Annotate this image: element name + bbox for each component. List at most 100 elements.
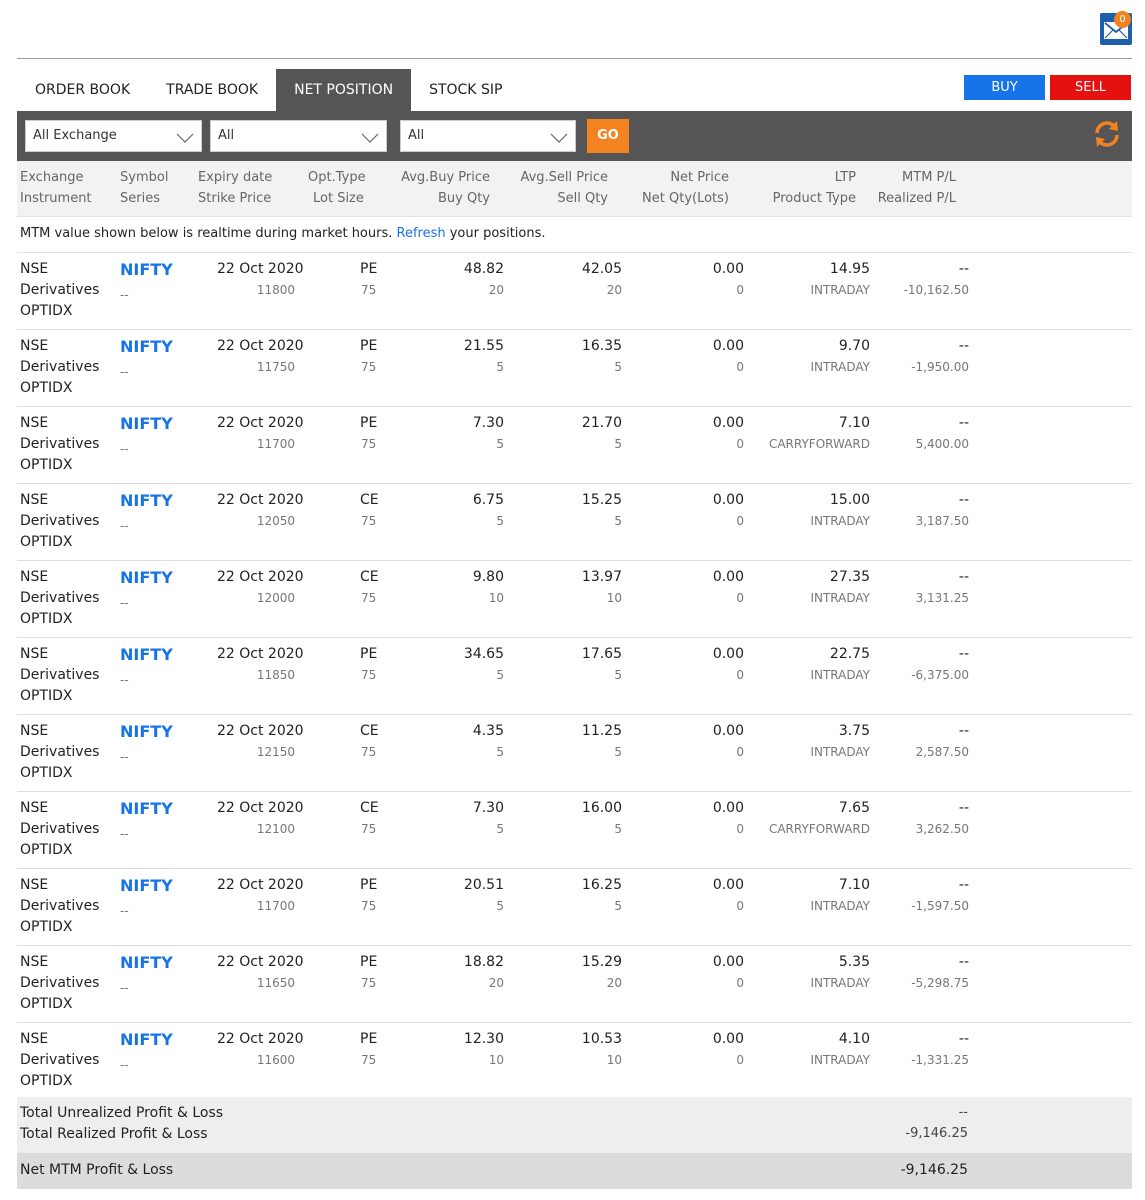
avg-buy-cell: 18.82 [463,954,504,970]
table-row[interactable]: NSE Derivatives OPTIDX NIFTY -- 22 Oct 2020 12… [17,792,1132,869]
symbol-link[interactable]: NIFTY [120,260,173,279]
net-qty-cell: 0 [736,591,744,605]
lot-size-cell: 75 [361,668,377,682]
segment-cell: Derivatives [20,282,100,298]
series-cell: -- [120,1058,129,1072]
tab-stock-sip[interactable]: STOCK SIP [411,69,520,111]
sell-qty-cell: 5 [614,360,622,374]
tab-net-position[interactable]: NET POSITION [276,69,412,111]
symbol-link[interactable]: NIFTY [120,568,173,587]
table-row[interactable]: NSE Derivatives OPTIDX NIFTY -- 22 Oct 2020 11… [17,946,1132,1023]
sell-qty-cell: 20 [606,283,622,297]
series-cell: -- [120,750,129,764]
exchange-cell: NSE [20,800,49,816]
mtm-cell: -- [958,569,969,585]
table-row[interactable]: NSE Derivatives OPTIDX NIFTY -- 22 Oct 2020 11… [17,638,1132,715]
filter-select-3[interactable]: All [400,120,576,152]
segment-cell: Derivatives [20,667,100,683]
table-row[interactable]: NSE Derivatives OPTIDX NIFTY -- 22 Oct 2020 12… [17,715,1132,792]
opt-type-cell: PE [360,954,378,970]
net-qty-cell: 0 [736,822,744,836]
symbol-link[interactable]: NIFTY [120,953,173,972]
avg-sell-cell: 15.25 [581,492,622,508]
col-sell-qty: Sell Qty [557,191,608,206]
symbol-link[interactable]: NIFTY [120,799,173,818]
symbol-link[interactable]: NIFTY [120,876,173,895]
opt-type-cell: PE [360,261,378,277]
series-cell: -- [120,673,129,687]
filter-select-2[interactable]: All [210,120,387,152]
avg-sell-cell: 17.65 [581,646,622,662]
net-price-cell: 0.00 [712,800,744,816]
filter-select-3-value: All [408,128,425,143]
table-row[interactable]: NSE Derivatives OPTIDX NIFTY -- 22 Oct 2020 11… [17,1023,1132,1100]
strike-cell: 12150 [256,745,295,759]
symbol-link[interactable]: NIFTY [120,1030,173,1049]
net-price-cell: 0.00 [712,569,744,585]
refresh-icon[interactable] [1092,119,1122,149]
exchange-select[interactable]: All Exchange [25,120,202,152]
strike-cell: 11800 [256,283,295,297]
series-cell: -- [120,827,129,841]
buy-qty-cell: 5 [496,822,504,836]
net-price-cell: 0.00 [712,1031,744,1047]
avg-sell-cell: 16.00 [581,800,622,816]
symbol-link[interactable]: NIFTY [120,491,173,510]
segment-cell: Derivatives [20,1052,100,1068]
mtm-notice-prefix: MTM value shown below is realtime during… [20,226,397,241]
ltp-cell: 15.00 [829,492,870,508]
product-type-cell: INTRADAY [810,976,870,990]
product-type-cell: CARRYFORWARD [768,437,870,451]
strike-cell: 12000 [256,591,295,605]
symbol-link[interactable]: NIFTY [120,337,173,356]
avg-sell-cell: 21.70 [581,415,622,431]
avg-buy-cell: 7.30 [472,415,504,431]
table-row[interactable]: NSE Derivatives OPTIDX NIFTY -- 22 Oct 2020 11… [17,330,1132,407]
net-qty-cell: 0 [736,745,744,759]
net-price-cell: 0.00 [712,877,744,893]
table-row[interactable]: NSE Derivatives OPTIDX NIFTY -- 22 Oct 2020 11… [17,253,1132,330]
opt-type-cell: CE [360,492,379,508]
segment-cell: Derivatives [20,436,100,452]
ltp-cell: 14.95 [829,261,870,277]
instrument-cell: OPTIDX [20,688,73,704]
col-avg-buy: Avg.Buy Price [401,170,490,185]
realized-pl-cell: -5,298.75 [911,976,969,990]
mtm-cell: -- [958,415,969,431]
opt-type-cell: CE [360,723,379,739]
tab-order-book[interactable]: ORDER BOOK [17,69,148,111]
tab-trade-book[interactable]: TRADE BOOK [148,69,276,111]
ltp-cell: 7.65 [838,800,870,816]
exchange-cell: NSE [20,492,49,508]
exchange-cell: NSE [20,415,49,431]
avg-sell-cell: 15.29 [581,954,622,970]
exchange-cell: NSE [20,261,49,277]
col-symbol: Symbol [120,170,169,185]
exchange-cell: NSE [20,1031,49,1047]
opt-type-cell: PE [360,338,378,354]
symbol-link[interactable]: NIFTY [120,722,173,741]
refresh-link[interactable]: Refresh [397,226,446,241]
filter-bar: All Exchange All All GO [17,111,1132,161]
exchange-select-value: All Exchange [33,128,117,143]
instrument-cell: OPTIDX [20,457,73,473]
symbol-link[interactable]: NIFTY [120,645,173,664]
expiry-cell: 22 Oct 2020 [217,338,304,354]
go-button[interactable]: GO [587,119,629,153]
ltp-cell: 7.10 [838,415,870,431]
symbol-link[interactable]: NIFTY [120,414,173,433]
sell-button[interactable]: SELL [1050,75,1131,100]
table-row[interactable]: NSE Derivatives OPTIDX NIFTY -- 22 Oct 2020 11… [17,869,1132,946]
table-row[interactable]: NSE Derivatives OPTIDX NIFTY -- 22 Oct 2020 12… [17,484,1132,561]
buy-button[interactable]: BUY [964,75,1045,100]
table-row[interactable]: NSE Derivatives OPTIDX NIFTY -- 22 Oct 2020 11… [17,407,1132,484]
exchange-cell: NSE [20,569,49,585]
series-cell: -- [120,365,129,379]
instrument-cell: OPTIDX [20,842,73,858]
mail-icon[interactable]: 0 [1100,11,1132,45]
mtm-notice-suffix: your positions. [445,226,546,241]
table-row[interactable]: NSE Derivatives OPTIDX NIFTY -- 22 Oct 2020 12… [17,561,1132,638]
table-header: Exchange Instrument Symbol Series Expiry… [17,161,1132,217]
instrument-cell: OPTIDX [20,765,73,781]
opt-type-cell: PE [360,877,378,893]
